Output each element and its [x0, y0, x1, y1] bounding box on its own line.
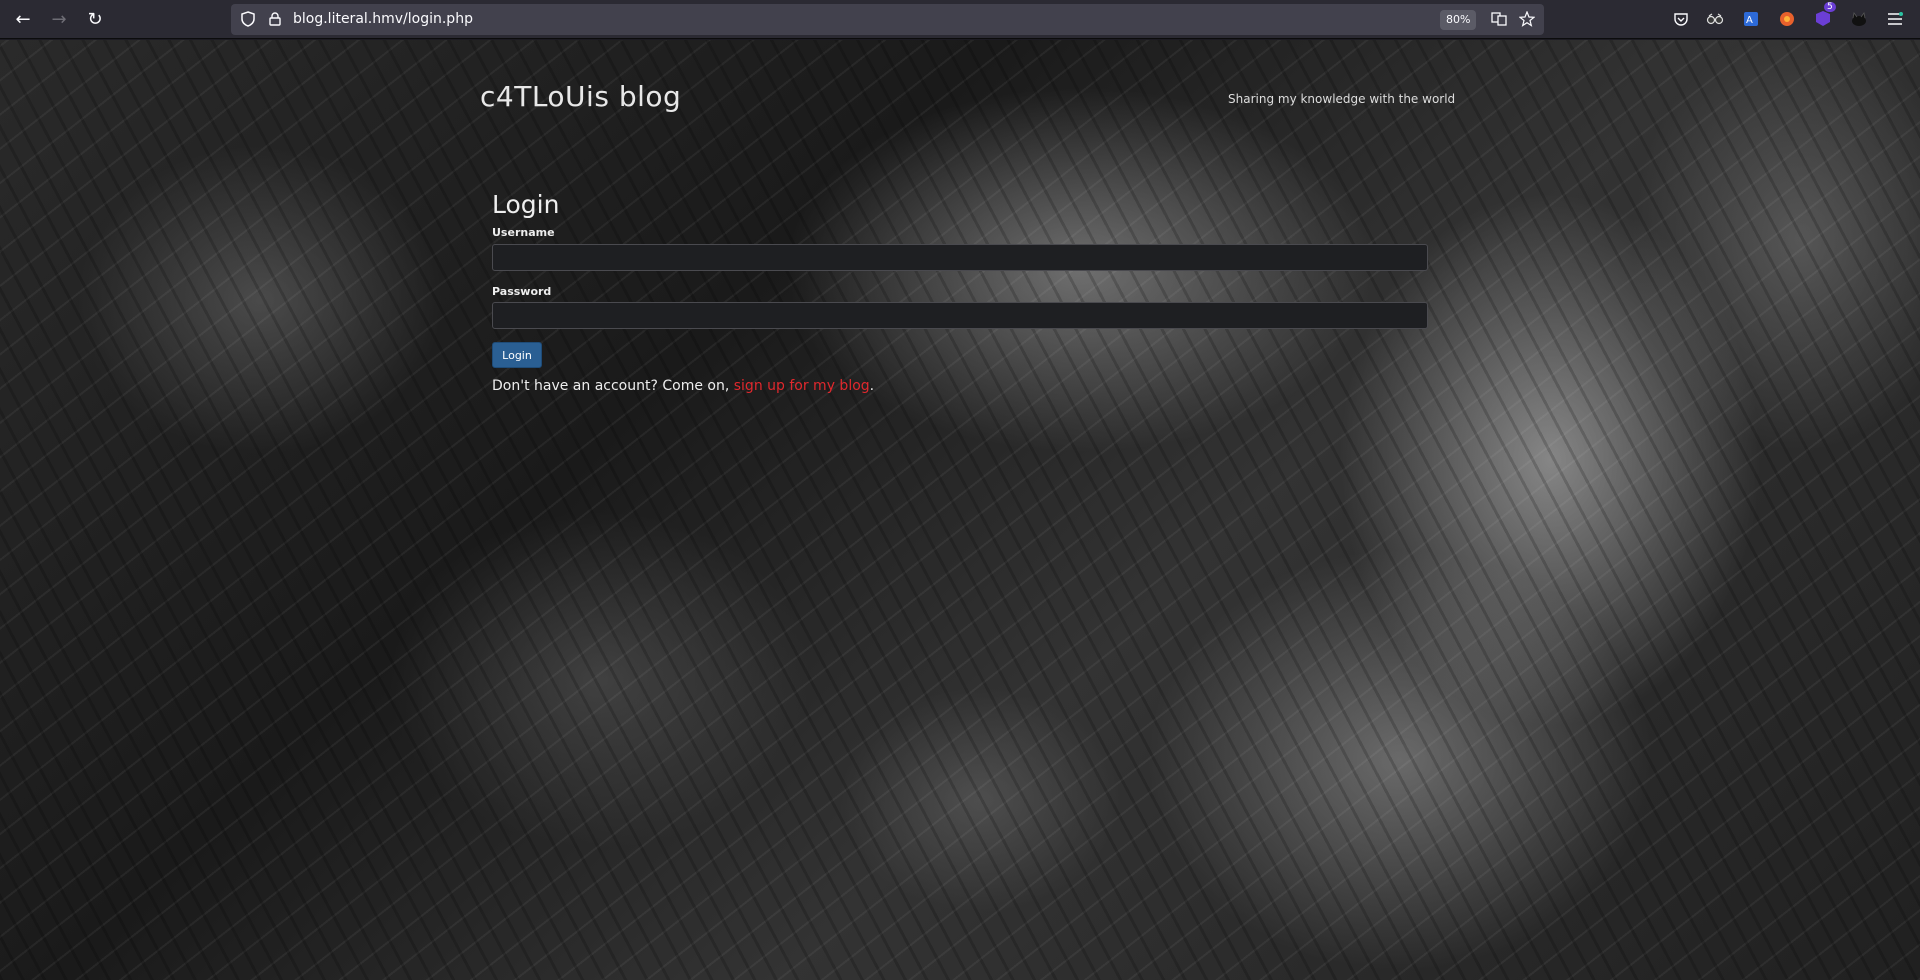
password-input[interactable] — [492, 302, 1428, 329]
reload-button[interactable]: ↻ — [80, 5, 110, 33]
login-heading: Login — [492, 190, 560, 219]
login-button[interactable]: Login — [492, 342, 542, 368]
signup-prefix: Don't have an account? Come on, — [492, 378, 734, 394]
translate-icon[interactable] — [1490, 10, 1508, 28]
username-label: Username — [492, 226, 555, 239]
signup-link[interactable]: sign up for my blog — [734, 378, 870, 394]
reload-icon: ↻ — [87, 8, 103, 30]
menu-icon[interactable] — [1884, 8, 1906, 30]
cat-extension-icon[interactable] — [1848, 8, 1870, 30]
signup-prompt: Don't have an account? Come on, sign up … — [492, 378, 874, 394]
forward-arrow-icon: → — [51, 8, 67, 30]
address-bar[interactable]: blog.literal.hmv/login.php 80% — [231, 4, 1544, 35]
forward-button[interactable]: → — [44, 5, 74, 33]
translator-extension-icon[interactable]: A — [1740, 8, 1762, 30]
extension-badge: 5 — [1824, 2, 1836, 12]
glasses-extension-icon[interactable] — [1704, 8, 1726, 30]
svg-text:A: A — [1746, 15, 1753, 26]
shield-icon[interactable] — [239, 10, 257, 28]
hacktools-extension-icon[interactable]: 5 — [1812, 2, 1836, 30]
zoom-level[interactable]: 80% — [1440, 10, 1477, 30]
site-tagline: Sharing my knowledge with the world — [1228, 92, 1456, 106]
page-background: c4TLoUis blog Sharing my knowledge with … — [0, 40, 1920, 980]
browser-toolbar: ← → ↻ blog.literal.hmv/login.php 80% A 5 — [0, 0, 1920, 39]
lock-icon[interactable] — [266, 10, 284, 28]
back-arrow-icon: ← — [15, 8, 31, 30]
back-button[interactable]: ← — [8, 5, 38, 33]
signup-suffix: . — [869, 378, 875, 394]
site-title[interactable]: c4TLoUis blog — [480, 80, 681, 113]
bookmark-star-icon[interactable] — [1518, 10, 1536, 28]
password-label: Password — [492, 285, 552, 298]
pocket-icon[interactable] — [1670, 8, 1692, 30]
url-text[interactable]: blog.literal.hmv/login.php — [293, 11, 473, 27]
firefox-relay-icon[interactable] — [1776, 8, 1798, 30]
username-input[interactable] — [492, 244, 1428, 271]
